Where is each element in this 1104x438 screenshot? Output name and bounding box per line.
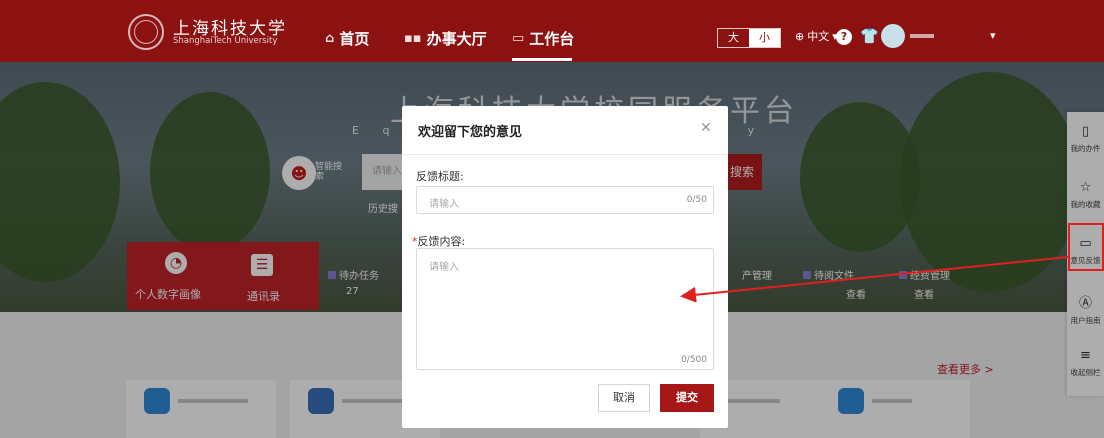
university-logo[interactable] xyxy=(128,14,164,50)
nav-active-indicator xyxy=(512,58,572,61)
nav-home-label: 首页 xyxy=(339,30,370,48)
university-name-en: ShanghaiTech University xyxy=(173,36,278,46)
feedback-content-textarea[interactable]: 请输入 0/500 xyxy=(416,248,714,370)
desk-icon: ▭ xyxy=(512,31,525,46)
feedback-title-counter: 0/50 xyxy=(686,195,707,205)
feedback-title-placeholder: 请输入 xyxy=(429,199,459,210)
submit-button[interactable]: 提交 xyxy=(660,384,714,412)
feedback-modal: 欢迎留下您的意见 ✕ 反馈标题: 请输入 0/50 *反馈内容: 请输入 0/5… xyxy=(402,106,728,428)
feedback-title-label: 反馈标题: xyxy=(416,170,464,183)
help-icon[interactable]: ? xyxy=(836,29,852,45)
modal-divider xyxy=(402,154,728,155)
nav-workbench-label: 工作台 xyxy=(529,30,575,48)
avatar[interactable] xyxy=(881,24,905,48)
modal-title: 欢迎留下您的意见 xyxy=(418,125,523,140)
theme-shirt-icon[interactable]: 👕 xyxy=(860,27,879,45)
feedback-highlight-box xyxy=(1068,223,1104,271)
font-size-toggle[interactable]: 大 小 xyxy=(717,28,781,48)
grid-icon: ▪▪ xyxy=(404,31,422,46)
nav-service-hall-label: 办事大厅 xyxy=(426,30,487,48)
cancel-button[interactable]: 取消 xyxy=(598,384,650,412)
nav-workbench[interactable]: ▭ 工作台 xyxy=(512,28,574,49)
language-select[interactable]: ⊕ 中文 ▾ xyxy=(795,28,838,44)
user-menu-chevron-icon[interactable]: ▾ xyxy=(990,29,996,42)
close-icon[interactable]: ✕ xyxy=(700,120,712,136)
nav-home[interactable]: ⌂ 首页 xyxy=(325,28,369,49)
feedback-content-counter: 0/500 xyxy=(681,355,707,365)
feedback-content-placeholder: 请输入 xyxy=(429,262,459,273)
font-size-large[interactable]: 大 xyxy=(718,29,749,47)
language-label: 中文 xyxy=(807,30,830,43)
nav-service-hall[interactable]: ▪▪ 办事大厅 xyxy=(404,28,487,49)
globe-icon: ⊕ xyxy=(795,29,805,43)
user-name-redacted[interactable] xyxy=(910,34,934,38)
top-header: 上海科技大学 ShanghaiTech University ⌂ 首页 ▪▪ 办… xyxy=(0,0,1104,62)
feedback-content-label: *反馈内容: xyxy=(412,235,466,248)
home-icon: ⌂ xyxy=(325,31,335,46)
font-size-small[interactable]: 小 xyxy=(749,29,780,47)
feedback-title-input[interactable]: 请输入 0/50 xyxy=(416,186,714,214)
